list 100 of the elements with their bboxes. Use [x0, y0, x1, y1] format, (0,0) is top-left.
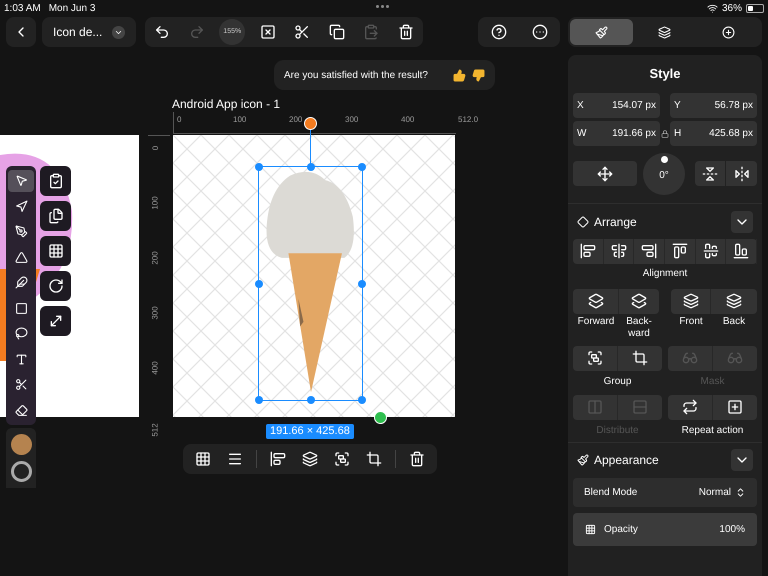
- rotation-dial[interactable]: 0°: [643, 152, 685, 194]
- rectangle-icon: [14, 302, 28, 315]
- ruler-label: 300: [345, 114, 358, 126]
- delete-icon: [409, 451, 425, 467]
- ungroup-icon: [632, 350, 648, 366]
- field-label: Y: [674, 98, 681, 112]
- more-dots-icon: [376, 5, 389, 8]
- field-label: X: [577, 98, 584, 112]
- pointer-tool[interactable]: [8, 170, 34, 192]
- text-icon: [14, 352, 28, 366]
- document-title-button[interactable]: Icon de...: [42, 17, 136, 47]
- lock-icon[interactable]: [661, 130, 669, 138]
- opacity-field[interactable]: Opacity 100%: [573, 512, 757, 546]
- forward-button[interactable]: [573, 288, 619, 314]
- align-middle-icon: [702, 243, 719, 259]
- collapse-button[interactable]: [731, 448, 753, 470]
- delete-icon: [398, 24, 414, 40]
- stroke-swatch[interactable]: [10, 461, 32, 482]
- diagonal-arrow-button[interactable]: [40, 306, 71, 336]
- order-label: Front: [679, 316, 703, 328]
- front-icon: [682, 293, 698, 309]
- blend-label: Blend Mode: [584, 486, 638, 500]
- dimension-field[interactable]: Y 56.78 px: [670, 92, 757, 118]
- ruler-label: 300: [151, 305, 161, 322]
- ungroup-button[interactable]: [618, 346, 662, 370]
- move-icon: [597, 166, 613, 182]
- ruler-label: 400: [151, 360, 161, 377]
- blend-mode-select[interactable]: Blend Mode Normal: [573, 478, 757, 506]
- thumbs-down-button[interactable]: [472, 68, 485, 82]
- group-button[interactable]: [573, 346, 618, 370]
- align-left-icon: [580, 243, 596, 259]
- eraser-icon: [14, 404, 28, 417]
- ruler-label: 400: [401, 114, 414, 126]
- field-value: 56.78 px: [714, 98, 753, 112]
- paste-icon: [363, 24, 380, 40]
- ruler-label: 200: [151, 250, 161, 267]
- style-title: Style: [648, 65, 682, 83]
- align-top-icon: [672, 243, 688, 259]
- thumbs-up-button[interactable]: [453, 68, 466, 82]
- layers-icon: [302, 451, 318, 467]
- clipboard-check-button[interactable]: [40, 166, 71, 196]
- appearance-title: Appearance: [594, 452, 659, 468]
- pattern-icon: [48, 243, 64, 259]
- ruler-label: 100: [233, 114, 246, 126]
- chevron-icon: [112, 26, 125, 38]
- forward-icon: [588, 293, 604, 309]
- columns-icon: [587, 399, 603, 415]
- order-label: Back- ward: [626, 316, 652, 340]
- artboard-title: Android App icon - 1: [172, 96, 280, 113]
- back-button[interactable]: [711, 288, 757, 314]
- lasso-icon: [14, 327, 28, 340]
- dial-knob: [660, 156, 668, 162]
- ruler-label: 200: [289, 114, 302, 126]
- resize-handle[interactable]: [374, 411, 387, 424]
- rotate-icon: [48, 278, 64, 294]
- square-plus-icon: [727, 399, 743, 415]
- menu-icon: [227, 451, 243, 467]
- front-button[interactable]: [671, 288, 711, 314]
- up-down-icon: [735, 486, 746, 498]
- brush-icon: [595, 26, 608, 38]
- group-icon: [587, 350, 603, 366]
- status-date: Mon Jun 3: [48, 2, 96, 16]
- order-label: Forward: [578, 316, 614, 328]
- repeat-icon: [682, 399, 698, 415]
- opacity-label: Opacity: [604, 522, 638, 536]
- alignment-label: Alignment: [642, 266, 688, 280]
- battery-icon: [746, 4, 764, 13]
- square-plus-button[interactable]: [713, 394, 757, 420]
- ruler-label: 100: [151, 195, 161, 212]
- group-icon: [334, 451, 350, 467]
- flip-horizontal-button[interactable]: [726, 161, 757, 186]
- dimension-field[interactable]: H 425.68 px: [670, 120, 757, 146]
- size-label: 191.66 × 425.68: [266, 424, 354, 439]
- feather-icon: [14, 276, 28, 290]
- field-label: W: [577, 126, 586, 140]
- field-value: 154.07 px: [612, 98, 656, 112]
- dimension-field[interactable]: X 154.07 px: [573, 92, 660, 118]
- backward-button[interactable]: [619, 288, 659, 314]
- ungroup-icon: [366, 451, 382, 467]
- fill-swatch[interactable]: [10, 434, 32, 455]
- rotate-button[interactable]: [40, 271, 71, 301]
- rotate-handle[interactable]: [304, 117, 317, 130]
- field-label: H: [674, 126, 682, 140]
- collapse-button[interactable]: [731, 210, 753, 232]
- diamond-icon: [577, 216, 589, 228]
- duplicate-button[interactable]: [40, 201, 71, 231]
- brush-icon: [577, 454, 589, 466]
- ruler-label: 512.0: [458, 114, 478, 126]
- battery-percent: 36%: [722, 2, 742, 16]
- duplicate-icon: [48, 208, 64, 224]
- brush-tab[interactable]: [570, 19, 634, 45]
- move-button[interactable]: [573, 161, 637, 186]
- layers-icon: [658, 26, 672, 38]
- flip-vertical-button[interactable]: [695, 161, 726, 186]
- arrange-title: Arrange: [594, 214, 637, 230]
- plus-circle-icon: [722, 26, 735, 38]
- repeat-button[interactable]: [668, 394, 713, 420]
- glasses-icon: [727, 350, 743, 366]
- back-icon: [726, 293, 742, 309]
- pattern-button[interactable]: [40, 236, 71, 266]
